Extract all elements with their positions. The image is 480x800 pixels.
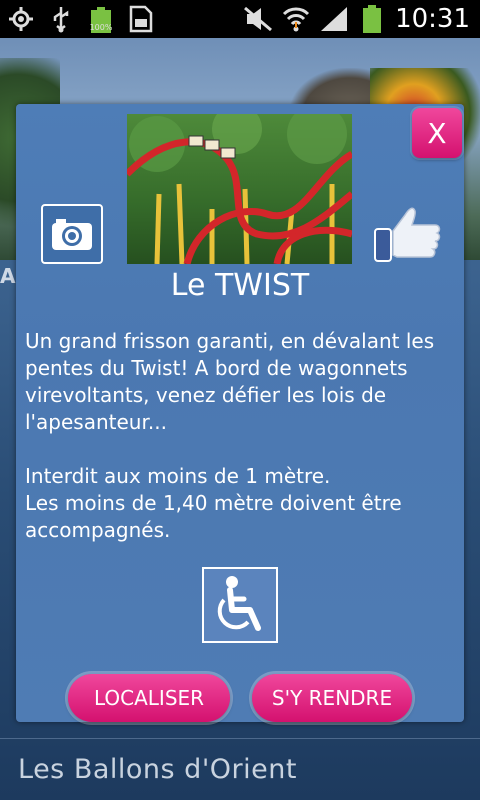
close-button[interactable]: X: [412, 108, 462, 158]
attraction-photo: [127, 114, 352, 264]
divider: [0, 738, 480, 739]
attraction-title: Le TWIST: [170, 268, 310, 303]
mute-icon: [243, 4, 273, 34]
wheelchair-icon: [217, 576, 261, 631]
section-title[interactable]: Les Ballons d'Orient: [18, 754, 297, 785]
sy-rendre-button[interactable]: S'Y RENDRE: [252, 674, 412, 722]
battery-full-icon: 100%: [86, 4, 116, 34]
attraction-dialog: X Le TWIST Un grand frisson garanti, en …: [16, 104, 464, 722]
accessibility-badge: [202, 567, 278, 643]
height-restriction-text: Interdit aux moins de 1 mètre.: [25, 464, 331, 488]
status-bar: 100% 10:31: [0, 0, 480, 38]
sd-card-icon: [126, 4, 156, 34]
status-time: 10:31: [395, 4, 470, 34]
like-button[interactable]: [372, 202, 444, 264]
camera-button[interactable]: [41, 204, 103, 264]
accompaniment-text: Les moins de 1,40 mètre doivent être acc…: [25, 491, 402, 542]
thumbs-up-icon: [374, 207, 441, 262]
camera-icon: [52, 219, 92, 250]
localiser-button[interactable]: LOCALISER: [68, 674, 230, 722]
background-partial-text: A: [0, 264, 16, 288]
battery-percent-label: 100%: [89, 22, 113, 32]
gps-icon: [6, 4, 36, 34]
wifi-icon: [281, 4, 311, 34]
signal-icon: [319, 4, 349, 34]
battery-icon: [357, 4, 387, 34]
usb-icon: [46, 4, 76, 34]
attraction-description: Un grand frisson garanti, en dévalant le…: [25, 328, 457, 544]
description-paragraph: Un grand frisson garanti, en dévalant le…: [25, 329, 435, 434]
